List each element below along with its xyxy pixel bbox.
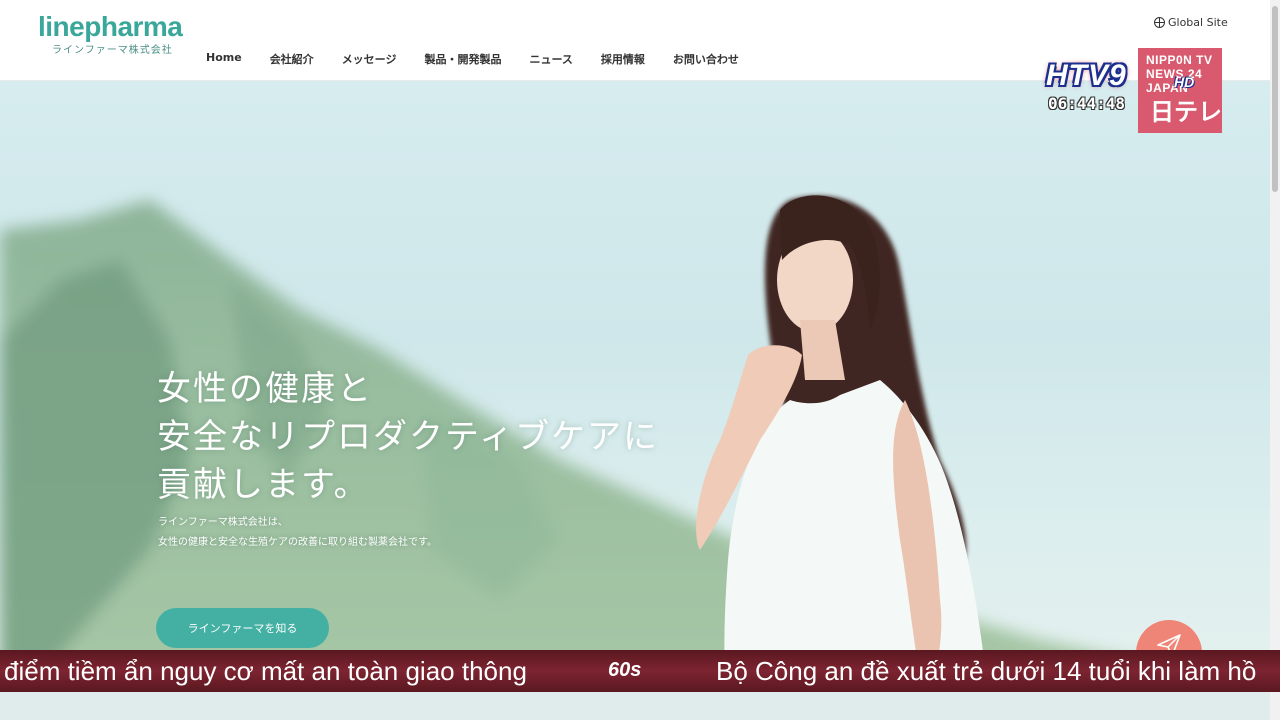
subcopy-line: ラインファーマ株式会社は、 xyxy=(158,517,288,528)
nav-company[interactable]: 会社紹介 xyxy=(270,51,314,67)
htv9-channel-logo: HTV9 HD 06:44:48 xyxy=(1046,60,1196,120)
global-site-link[interactable]: Global Site xyxy=(1154,16,1228,29)
hero-section: 女性の健康と 安全なリプロダクティブケアに 貢献します。 ラインファーマ株式会社… xyxy=(0,80,1270,720)
hero-subcopy: ラインファーマ株式会社は、 女性の健康と安全な生殖ケアの改善に取り組む製薬会社で… xyxy=(158,513,437,553)
woman-figure xyxy=(696,195,990,720)
logo-subtitle: ラインファーマ株式会社 xyxy=(52,45,173,56)
subcopy-line: 女性の健康と安全な生殖ケアの改善に取り組む製薬会社です。 xyxy=(158,537,437,548)
page-scrollbar[interactable] xyxy=(1270,0,1280,720)
ticker-text-right: Bộ Công an đề xuất trẻ dưới 14 tuổi khi … xyxy=(716,656,1257,686)
broadcast-clock: 06:44:48 xyxy=(1048,94,1126,113)
scrollbar-thumb[interactable] xyxy=(1272,6,1278,192)
linepharma-logo[interactable]: linepharma ラインファーマ株式会社 xyxy=(38,10,183,58)
nav-products[interactable]: 製品・開発製品 xyxy=(424,51,501,67)
nav-home[interactable]: Home xyxy=(206,51,242,67)
hd-label: HD xyxy=(1174,74,1195,90)
headline-line: 女性の健康と xyxy=(157,369,373,409)
headline-line: 貢献します。 xyxy=(157,465,370,505)
hero-headline: 女性の健康と 安全なリプロダクティブケアに 貢献します。 xyxy=(157,365,659,509)
learn-more-button[interactable]: ラインファーマを知る xyxy=(156,608,329,648)
global-site-label: Global Site xyxy=(1168,16,1228,29)
ticker-text-left: điểm tiềm ẩn nguy cơ mất an toàn giao th… xyxy=(4,656,527,686)
main-nav: Home 会社紹介 メッセージ 製品・開発製品 ニュース 採用情報 お問い合わせ xyxy=(192,51,753,67)
headline-line: 安全なリプロダクティブケアに xyxy=(157,417,659,457)
globe-icon xyxy=(1154,17,1165,28)
nav-news[interactable]: ニュース xyxy=(529,51,572,67)
nav-contact[interactable]: お問い合わせ xyxy=(673,51,739,67)
page-bottom-area xyxy=(0,692,1280,720)
nav-message[interactable]: メッセージ xyxy=(342,51,397,67)
ticker-separator-logo: 60s xyxy=(608,659,642,681)
news-ticker: điểm tiềm ẩn nguy cơ mất an toàn giao th… xyxy=(0,650,1280,692)
nav-careers[interactable]: 採用情報 xyxy=(601,51,645,67)
logo-wordmark: linepharma xyxy=(38,11,183,42)
